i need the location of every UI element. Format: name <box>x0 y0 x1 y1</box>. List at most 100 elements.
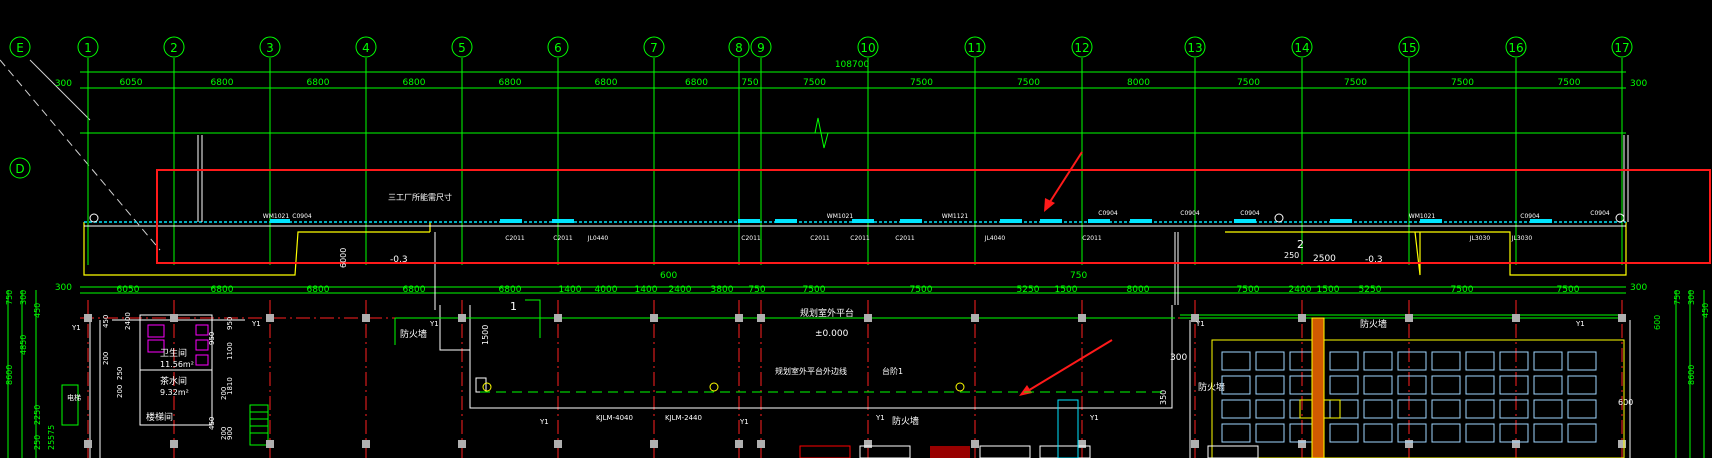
fire-wall-4: 防火墙 <box>892 415 919 427</box>
solar-panel-3 <box>1329 351 1359 371</box>
wall-outline <box>83 222 1627 276</box>
grid-lines-bottom <box>80 300 1626 458</box>
left-dim-6: 575 <box>47 425 56 440</box>
solar-panel-16 <box>1397 375 1427 395</box>
window-mark-2 <box>552 219 574 223</box>
solar-panel-28 <box>1431 399 1461 419</box>
window-mark-11 <box>1234 219 1256 223</box>
dim-1500: 1500 <box>481 325 490 345</box>
column-axis-14: 14 <box>1291 36 1313 58</box>
y1-tag-8: Y1 <box>1575 320 1585 328</box>
num-2: 2 <box>1297 238 1304 251</box>
solar-panel-8 <box>1499 351 1529 371</box>
lower-dim-11: 7500 <box>803 285 826 295</box>
platform-label: 规划室外平台 <box>800 307 854 319</box>
column-stub-16 <box>1618 314 1626 322</box>
cyan-door <box>1057 399 1079 458</box>
column-stub-11 <box>1078 314 1086 322</box>
window-mark-10 <box>1130 219 1152 223</box>
window-label-5: WM1021 <box>827 213 854 220</box>
column-stub-0 <box>84 314 92 322</box>
lower-dim-edge-right: 300 <box>1630 283 1647 293</box>
inner-dim-3: 200 <box>116 385 124 398</box>
column-stub-low-13 <box>1298 440 1306 448</box>
sanitary-fixtures <box>147 324 209 366</box>
kjlm-1: KJLM-4040 <box>596 414 633 422</box>
window-label-10: WM1121 <box>942 213 969 220</box>
column-axis-13: 13 <box>1184 36 1206 58</box>
window-mark-5 <box>852 219 874 223</box>
column-stub-2 <box>266 314 274 322</box>
top-dim-4: 6800 <box>499 78 522 88</box>
top-dim-9: 7500 <box>910 78 933 88</box>
column-stub-low-2 <box>266 440 274 448</box>
column-axis-label-6: 6 <box>554 41 562 55</box>
solar-panel-39 <box>1431 423 1461 443</box>
column-axis-label-14: 14 <box>1294 41 1309 55</box>
window-mark-7 <box>1000 219 1022 223</box>
top-dim-7: 750 <box>741 78 758 88</box>
column-axis-8: 8 <box>728 36 750 58</box>
right-dim-0: 750 <box>1673 290 1682 305</box>
column-axis-label-15: 15 <box>1401 41 1416 55</box>
column-stub-3 <box>362 314 370 322</box>
solar-panel-1 <box>1255 351 1285 371</box>
platform-outline <box>469 305 1173 409</box>
solar-panel-17 <box>1431 375 1461 395</box>
top-dim-10: 7500 <box>1017 78 1040 88</box>
solar-panel-37 <box>1363 423 1393 443</box>
column-stub-low-12 <box>1191 440 1199 448</box>
y1-tag-7: Y1 <box>1195 320 1205 328</box>
room-1-area: 11.56m² <box>160 360 194 369</box>
highlight-box <box>156 169 1711 264</box>
column-stub-low-14 <box>1405 440 1413 448</box>
room-2-label: 茶水间 <box>160 375 187 387</box>
solar-panel-12 <box>1255 375 1285 395</box>
window-label-20: C0904 <box>1590 210 1610 217</box>
column-stub-15 <box>1512 314 1520 322</box>
column-axis-17: 17 <box>1611 36 1633 58</box>
window-label-13: C0904 <box>1098 210 1118 217</box>
window-label-7: C2011 <box>810 235 830 242</box>
inner-dim-10: 200 <box>220 427 228 440</box>
lower-dim-10: 750 <box>748 285 765 295</box>
column-stubs <box>84 314 1626 448</box>
dim-300: 300 <box>1170 353 1187 363</box>
y1-tag-3: Y1 <box>539 418 549 426</box>
inner-dim-8: 200 <box>220 387 228 400</box>
column-stub-low-5 <box>554 440 562 448</box>
solar-panel-11 <box>1221 375 1251 395</box>
columns-yellow <box>482 382 965 392</box>
bottom-box-0 <box>799 445 851 458</box>
window-label-8: C2011 <box>850 235 870 242</box>
right-dim-2: 450 <box>1701 303 1710 318</box>
column-axis-label-1: 1 <box>84 41 92 55</box>
column-stub-low-10 <box>971 440 979 448</box>
inner-dim-11: 950 <box>208 332 216 345</box>
top-dim-1: 6800 <box>211 78 234 88</box>
lower-dim-20: 7500 <box>1451 285 1474 295</box>
column-axis-16: 16 <box>1505 36 1527 58</box>
fire-wall-2: 防火墙 <box>1360 318 1387 330</box>
lower-dim-600: 600 <box>660 271 677 281</box>
y1-tag-5: Y1 <box>875 414 885 422</box>
column-axis-label-16: 16 <box>1508 41 1523 55</box>
lower-dim-15: 8000 <box>1127 285 1150 295</box>
window-mark-9 <box>1088 219 1110 223</box>
y1-tag-2: Y1 <box>429 320 439 328</box>
top-dim-14: 7500 <box>1451 78 1474 88</box>
lower-dim-9: 3800 <box>711 285 734 295</box>
dim-250: 250 <box>1284 251 1299 260</box>
wall-note: 三工厂所能需尺寸 <box>388 192 452 202</box>
solar-panel-0 <box>1221 351 1251 371</box>
window-label-16: C0904 <box>1240 210 1260 217</box>
column-axis-label-5: 5 <box>458 41 466 55</box>
lower-dim-18: 1500 <box>1317 285 1340 295</box>
column-axis-11: 11 <box>964 36 986 58</box>
lower-dim-edge-left: 300 <box>55 283 72 293</box>
solar-panel-36 <box>1329 423 1359 443</box>
row-axis-D: D <box>9 157 31 179</box>
column-stub-low-1 <box>170 440 178 448</box>
top-dim-11: 8000 <box>1127 78 1150 88</box>
window-mark-8 <box>1040 219 1062 223</box>
